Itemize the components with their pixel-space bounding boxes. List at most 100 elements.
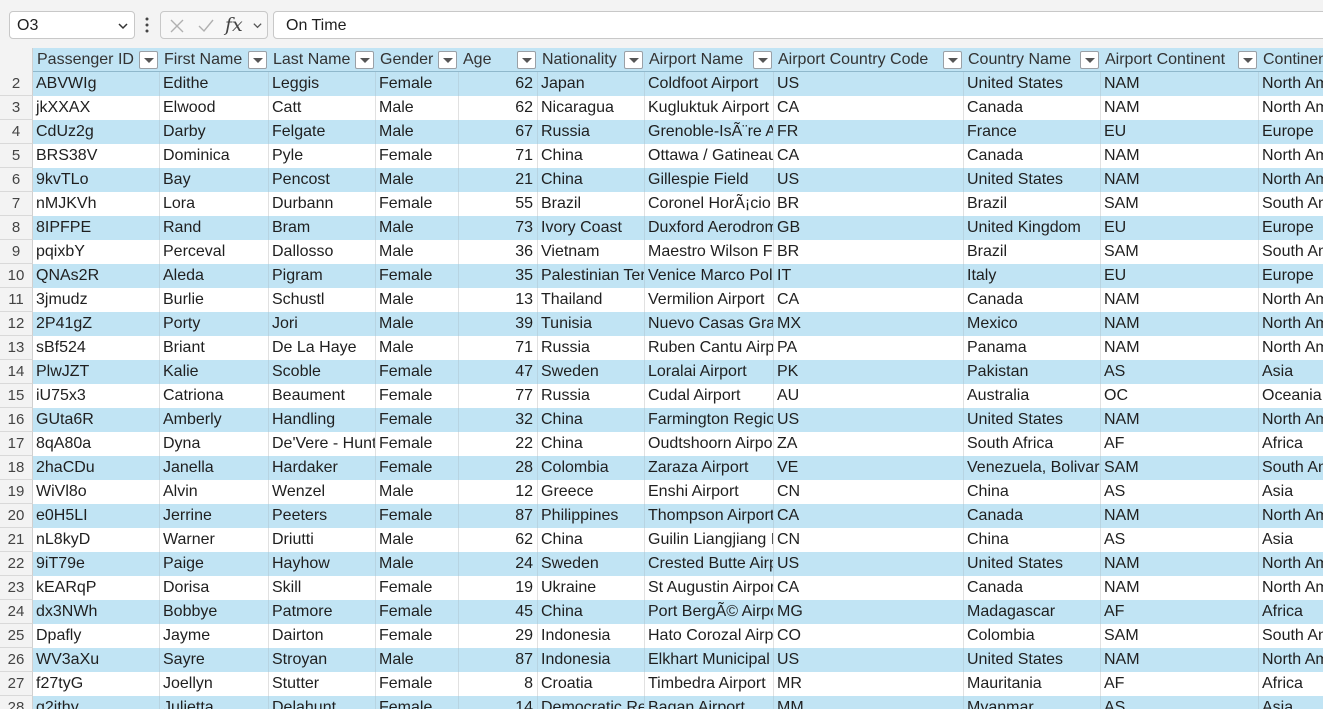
cell[interactable]: WiVl8o [33, 480, 160, 504]
cell[interactable]: North America [1259, 336, 1323, 360]
cell[interactable]: 36 [459, 240, 538, 264]
cell[interactable]: Venezuela, Bolivarian Republic of [964, 456, 1101, 480]
cell[interactable]: jkXXAX [33, 96, 160, 120]
cell[interactable]: Elkhart Municipal Airport [645, 648, 774, 672]
cell[interactable]: NAM [1101, 408, 1259, 432]
cell[interactable]: MM [774, 696, 964, 709]
cell[interactable]: Male [376, 168, 459, 192]
row-number[interactable]: 9 [0, 240, 33, 264]
cell[interactable]: Skill [269, 576, 376, 600]
cell[interactable]: Male [376, 312, 459, 336]
cell[interactable]: China [964, 528, 1101, 552]
cell[interactable]: 21 [459, 168, 538, 192]
insert-function-icon[interactable]: fx [225, 14, 243, 36]
filter-dropdown-icon[interactable] [1238, 51, 1257, 69]
cell[interactable]: Rand [160, 216, 269, 240]
cell[interactable]: NAM [1101, 168, 1259, 192]
cell[interactable]: Africa [1259, 600, 1323, 624]
column-header-last-name[interactable]: Last Name [269, 48, 354, 72]
cell[interactable]: Philippines [538, 504, 645, 528]
cell[interactable]: CA [774, 576, 964, 600]
cell[interactable]: Loralai Airport [645, 360, 774, 384]
cell[interactable]: Darby [160, 120, 269, 144]
cell[interactable]: South America [1259, 240, 1323, 264]
cell[interactable]: China [538, 408, 645, 432]
cell[interactable]: CA [774, 144, 964, 168]
cell[interactable]: China [538, 144, 645, 168]
cell[interactable]: 2haCDu [33, 456, 160, 480]
cell[interactable]: NAM [1101, 336, 1259, 360]
cell[interactable]: Gillespie Field [645, 168, 774, 192]
cell[interactable]: EU [1101, 264, 1259, 288]
chevron-down-icon[interactable] [252, 20, 263, 31]
cell[interactable]: CA [774, 96, 964, 120]
cell[interactable]: 8IPFPE [33, 216, 160, 240]
row-number[interactable]: 3 [0, 96, 33, 120]
filter-dropdown-icon[interactable] [438, 51, 457, 69]
cell[interactable]: Dpafly [33, 624, 160, 648]
row-number[interactable]: 13 [0, 336, 33, 360]
row-number[interactable]: 11 [0, 288, 33, 312]
cell[interactable]: Male [376, 240, 459, 264]
cell[interactable]: AF [1101, 600, 1259, 624]
filter-dropdown-icon[interactable] [355, 51, 374, 69]
cell[interactable]: South Africa [964, 432, 1101, 456]
cell[interactable]: Palestinian Territory [538, 264, 645, 288]
cell[interactable]: Croatia [538, 672, 645, 696]
cell[interactable]: Colombia [964, 624, 1101, 648]
cell[interactable]: EU [1101, 120, 1259, 144]
cell[interactable]: 22 [459, 432, 538, 456]
cell[interactable]: North America [1259, 144, 1323, 168]
cell[interactable]: Female [376, 456, 459, 480]
cell[interactable]: Beaument [269, 384, 376, 408]
row-number[interactable]: 7 [0, 192, 33, 216]
cell[interactable]: Female [376, 192, 459, 216]
cell[interactable]: Oceania [1259, 384, 1323, 408]
cell[interactable]: VE [774, 456, 964, 480]
cell[interactable]: Felgate [269, 120, 376, 144]
cell[interactable]: North America [1259, 96, 1323, 120]
cell[interactable]: Dallosso [269, 240, 376, 264]
cell[interactable]: Female [376, 576, 459, 600]
cell[interactable]: Mauritania [964, 672, 1101, 696]
cell[interactable]: Tunisia [538, 312, 645, 336]
cell[interactable]: IT [774, 264, 964, 288]
cell[interactable]: Wenzel [269, 480, 376, 504]
cell[interactable]: Stutter [269, 672, 376, 696]
cell[interactable]: Pyle [269, 144, 376, 168]
cell[interactable]: 39 [459, 312, 538, 336]
cell[interactable]: Alvin [160, 480, 269, 504]
cell[interactable]: Catt [269, 96, 376, 120]
cell[interactable]: Female [376, 504, 459, 528]
cell[interactable]: Female [376, 408, 459, 432]
cell[interactable]: Sweden [538, 552, 645, 576]
cell[interactable]: SAM [1101, 456, 1259, 480]
cell[interactable]: Edithe [160, 72, 269, 96]
cell[interactable]: pqixbY [33, 240, 160, 264]
cell[interactable]: Female [376, 144, 459, 168]
column-header-continents[interactable]: Continents [1259, 48, 1323, 72]
cell[interactable]: Patmore [269, 600, 376, 624]
cell[interactable]: Mexico [964, 312, 1101, 336]
cell[interactable]: China [538, 528, 645, 552]
cell[interactable]: Male [376, 336, 459, 360]
cell[interactable]: South America [1259, 456, 1323, 480]
cell[interactable]: 9iT79e [33, 552, 160, 576]
cell[interactable]: Hayhow [269, 552, 376, 576]
cell[interactable]: 62 [459, 528, 538, 552]
cell[interactable]: Europe [1259, 264, 1323, 288]
cell[interactable]: NAM [1101, 312, 1259, 336]
cell[interactable]: CdUz2g [33, 120, 160, 144]
cell[interactable]: QNAs2R [33, 264, 160, 288]
row-number[interactable]: 15 [0, 384, 33, 408]
cell[interactable]: St Augustin Airport [645, 576, 774, 600]
cell[interactable]: 8qA80a [33, 432, 160, 456]
cell[interactable]: 13 [459, 288, 538, 312]
cell[interactable]: Guilin Liangjiang International Airport [645, 528, 774, 552]
row-number[interactable]: 14 [0, 360, 33, 384]
column-header-first-name[interactable]: First Name [160, 48, 247, 72]
cell[interactable]: Coronel HorÃ¡cio de Mattos Airport [645, 192, 774, 216]
cell[interactable]: Panama [964, 336, 1101, 360]
check-icon[interactable] [197, 18, 215, 34]
cell[interactable]: NAM [1101, 144, 1259, 168]
